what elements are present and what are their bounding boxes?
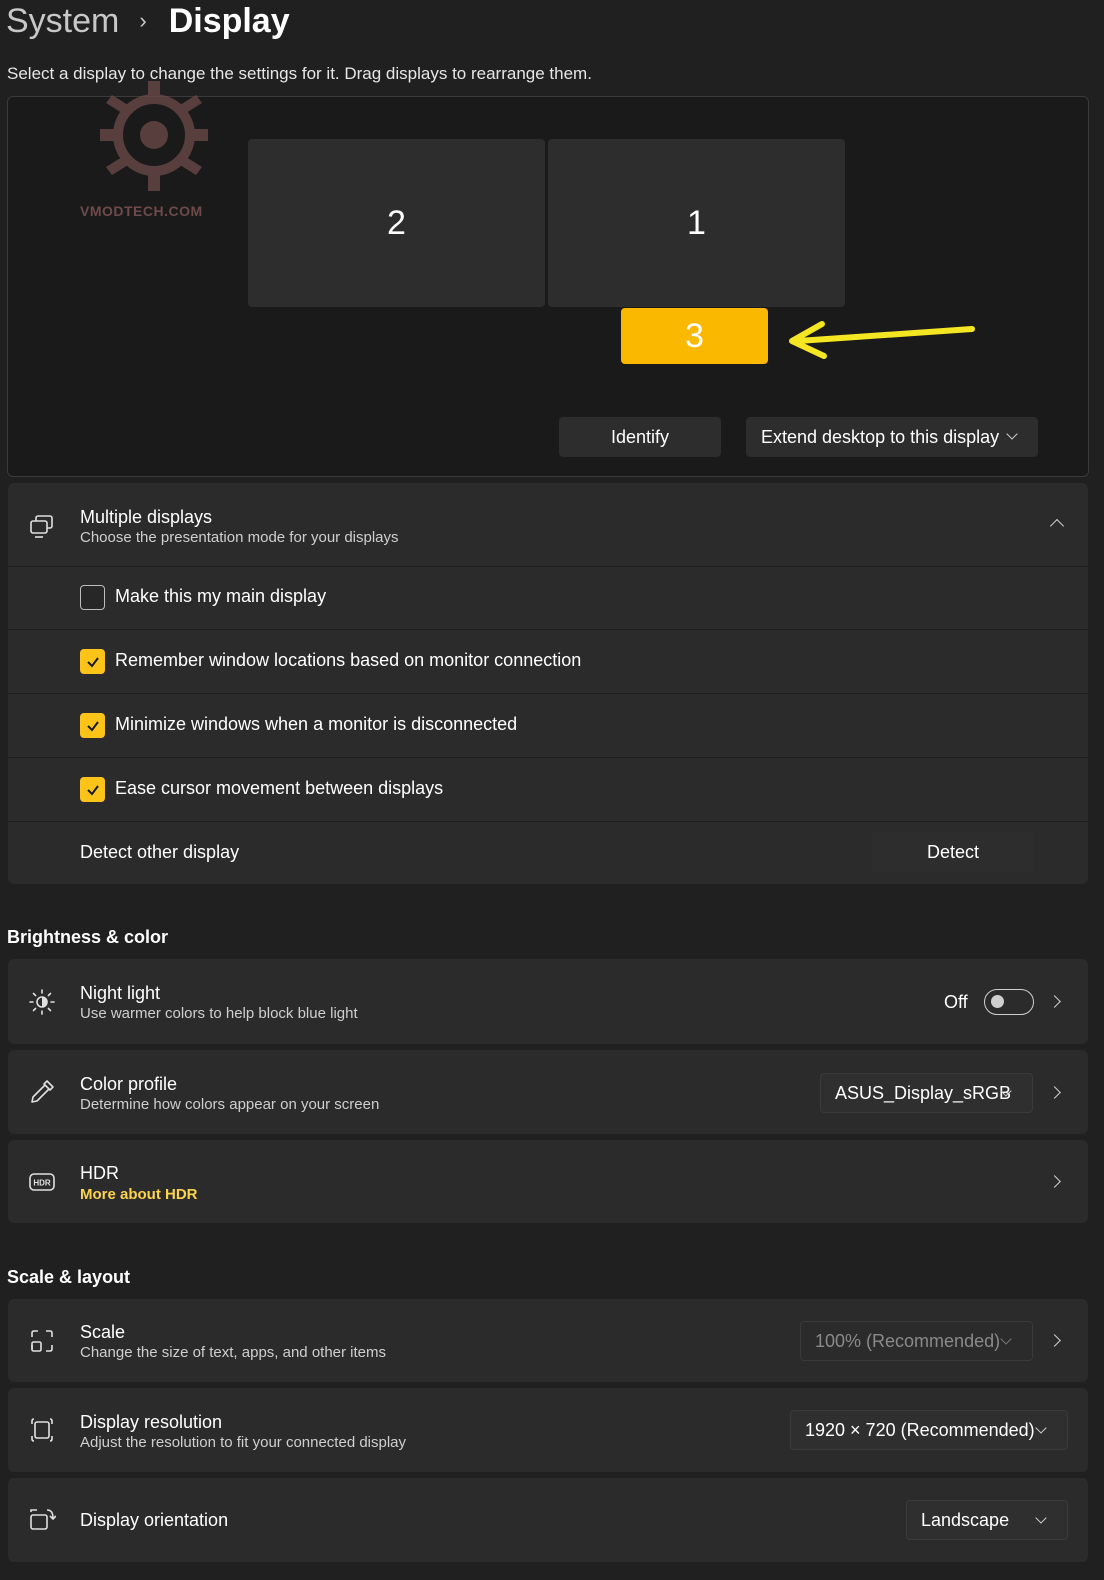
remember-locations-label: Remember window locations based on monit… [115, 650, 582, 670]
display-mode-dropdown[interactable]: Extend desktop to this display [746, 417, 1038, 457]
checkmark-icon [86, 656, 99, 668]
color-profile-dropdown[interactable]: ASUS_Display_sRGB [820, 1073, 1033, 1113]
ease-cursor-checkbox[interactable] [80, 777, 105, 802]
night-light-state: Off [944, 992, 968, 1012]
ease-cursor-label: Ease cursor movement between displays [115, 778, 444, 798]
hdr-row[interactable]: HDR HDR More about HDR [8, 1140, 1088, 1223]
main-display-checkbox[interactable] [80, 585, 105, 610]
display-arrangement-panel: VMODTECH.COM 2 1 3 Identify Extend deskt… [7, 81, 1089, 477]
checkmark-icon [86, 784, 99, 796]
color-profile-row[interactable]: Color profile Determine how colors appea… [8, 1050, 1088, 1134]
multiple-displays-header[interactable]: Multiple displays Choose the presentatio… [8, 483, 1088, 566]
svg-text:HDR: HDR [33, 1179, 51, 1188]
option-row-minimize-windows: Minimize windows when a monitor is disco… [8, 694, 1088, 757]
option-row-main-display: Make this my main display [8, 567, 1088, 629]
monitor-2[interactable]: 2 [248, 139, 545, 307]
chevron-down-icon [1000, 1333, 1012, 1345]
detect-row: Detect other display Detect [8, 822, 1088, 884]
hdr-icon: HDR [29, 1173, 55, 1191]
night-light-row[interactable]: Night light Use warmer colors to help bl… [8, 959, 1088, 1044]
detect-other-display-label: Detect other display [80, 842, 240, 862]
detect-button-label: Detect [926, 841, 980, 862]
chevron-down-icon [1035, 1422, 1047, 1434]
chevron-right-icon [1048, 995, 1061, 1008]
multiple-displays-icon [30, 515, 53, 538]
watermark-text: VMODTECH.COM [80, 203, 203, 219]
display-orientation-dropdown[interactable]: Landscape [906, 1500, 1068, 1540]
display-resolution-dropdown[interactable]: 1920 × 720 (Recommended) [790, 1410, 1068, 1450]
scale-title: Scale [80, 1322, 126, 1342]
minimize-windows-checkbox[interactable] [80, 713, 105, 738]
hdr-title: HDR [80, 1163, 119, 1183]
scale-icon [31, 1330, 53, 1352]
display-orientation-title: Display orientation [80, 1510, 229, 1530]
brightness-icon [29, 989, 55, 1015]
option-row-ease-cursor: Ease cursor movement between displays [8, 758, 1088, 821]
scale-layout-heading: Scale & layout [7, 1267, 131, 1287]
annotation-arrow-icon [789, 321, 975, 359]
chevron-down-icon [1035, 1512, 1047, 1524]
display-mode-value: Extend desktop to this display [761, 426, 1000, 447]
breadcrumb-separator-icon: › [139, 8, 147, 33]
chevron-right-icon [1048, 1086, 1061, 1099]
multiple-displays-subtitle: Choose the presentation mode for your di… [80, 529, 399, 546]
orientation-icon [30, 1509, 56, 1530]
watermark-logo [100, 81, 208, 191]
monitor-3-label: 3 [685, 316, 704, 355]
monitor-2-label: 2 [387, 203, 406, 242]
monitor-1[interactable]: 1 [548, 139, 845, 307]
night-light-toggle[interactable] [984, 989, 1034, 1015]
scale-value: 100% (Recommended) [815, 1330, 1001, 1351]
main-display-label: Make this my main display [115, 586, 327, 606]
chevron-down-icon [1006, 428, 1018, 440]
monitor-1-label: 1 [687, 203, 706, 242]
chevron-right-icon [1048, 1175, 1061, 1188]
identify-button-label: Identify [610, 426, 670, 447]
display-resolution-row: Display resolution Adjust the resolution… [8, 1388, 1088, 1472]
chevron-up-icon[interactable] [1049, 518, 1065, 534]
resolution-icon [31, 1418, 53, 1442]
display-resolution-subtitle: Adjust the resolution to fit your connec… [80, 1434, 407, 1451]
display-resolution-title: Display resolution [80, 1412, 223, 1432]
detect-button[interactable]: Detect [872, 832, 1034, 872]
night-light-title: Night light [80, 983, 161, 1003]
page-title: Display [168, 1, 290, 40]
night-light-subtitle: Use warmer colors to help block blue lig… [80, 1005, 358, 1022]
scale-dropdown[interactable]: 100% (Recommended) [800, 1321, 1033, 1361]
brightness-color-heading: Brightness & color [7, 927, 169, 947]
breadcrumb-system[interactable]: System [6, 2, 119, 41]
color-profile-subtitle: Determine how colors appear on your scre… [80, 1096, 380, 1113]
remember-locations-checkbox[interactable] [80, 649, 105, 674]
multiple-displays-card: Multiple displays Choose the presentatio… [8, 483, 1088, 884]
scale-row[interactable]: Scale Change the size of text, apps, and… [8, 1299, 1088, 1382]
toggle-knob [991, 995, 1004, 1008]
identify-button[interactable]: Identify [559, 417, 721, 457]
checkmark-icon [86, 720, 99, 732]
minimize-windows-label: Minimize windows when a monitor is disco… [115, 714, 518, 734]
monitor-3-selected[interactable]: 3 [621, 308, 768, 364]
eyedropper-icon [31, 1080, 54, 1103]
display-orientation-row: Display orientation Landscape [8, 1478, 1088, 1562]
color-profile-value: ASUS_Display_sRGB [835, 1082, 1012, 1103]
display-orientation-value: Landscape [921, 1509, 1010, 1530]
display-resolution-value: 1920 × 720 (Recommended) [805, 1419, 1035, 1440]
multiple-displays-title: Multiple displays [80, 507, 213, 527]
scale-subtitle: Change the size of text, apps, and other… [80, 1344, 387, 1361]
option-row-remember-locations: Remember window locations based on monit… [8, 630, 1088, 693]
chevron-right-icon [1048, 1334, 1061, 1347]
more-about-hdr-link[interactable]: More about HDR [80, 1186, 198, 1203]
breadcrumb: System › Display [6, 0, 290, 42]
color-profile-title: Color profile [80, 1074, 178, 1094]
